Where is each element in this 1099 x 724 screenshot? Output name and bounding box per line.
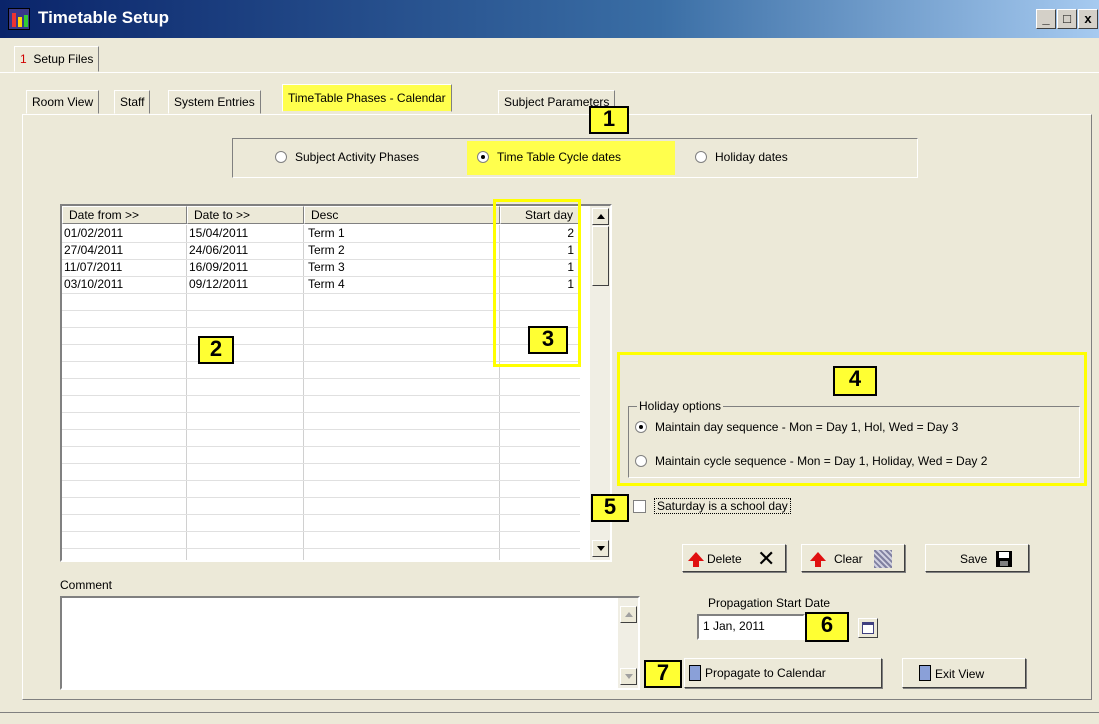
comment-scroll-up-button[interactable]: [620, 606, 637, 623]
callout-4: 4: [833, 366, 877, 396]
comment-label: Comment: [60, 578, 113, 592]
red-up-arrow-icon: [688, 552, 704, 568]
title-bar[interactable]: Timetable Setup _ □ x: [0, 0, 1099, 38]
row-line: [62, 531, 580, 532]
row-line: [62, 446, 580, 447]
window-title: Timetable Setup: [38, 8, 169, 27]
row-line: [62, 395, 580, 396]
setup-files-number: 1: [20, 52, 27, 66]
clear-button[interactable]: Clear: [801, 544, 905, 572]
cell-date-to: 09/12/2011: [189, 277, 249, 291]
radio-maintain-cycle-sequence[interactable]: [635, 455, 647, 467]
radio-maintain-day-sequence-label: Maintain day sequence - Mon = Day 1, Hol…: [655, 420, 959, 434]
setup-files-label: Setup Files: [33, 52, 94, 66]
radio-holiday-dates-label: Holiday dates: [715, 150, 788, 164]
row-line: [62, 412, 580, 413]
cell-date-from: 11/07/2011: [64, 260, 123, 274]
propagation-start-date-label: Propagation Start Date: [708, 596, 831, 610]
delete-button[interactable]: Delete ✕: [682, 544, 786, 572]
callout-2: 2: [198, 336, 234, 364]
col-header-date-from[interactable]: Date from >>: [62, 206, 187, 224]
cell-desc: Term 4: [308, 277, 345, 291]
arrow-down-icon: [625, 674, 633, 679]
cell-desc: Term 3: [308, 260, 345, 274]
radio-time-table-cycle-dates-label: Time Table Cycle dates: [497, 150, 622, 164]
red-up-arrow-icon: [810, 552, 826, 568]
tab-setup-files[interactable]: 1 Setup Files: [14, 46, 100, 72]
radio-subject-activity-phases[interactable]: [275, 151, 287, 163]
delete-label: Delete: [707, 552, 742, 566]
callout-1: 1: [589, 106, 629, 134]
outer-tab-divider: [0, 72, 1099, 73]
scroll-down-button[interactable]: [592, 540, 609, 557]
col-header-desc[interactable]: Desc: [304, 206, 500, 224]
cell-desc: Term 1: [308, 226, 345, 240]
row-line: [62, 497, 580, 498]
cell-date-from: 01/02/2011: [64, 226, 124, 240]
status-bar: [0, 712, 1099, 724]
row-line: [62, 463, 580, 464]
cell-date-from: 03/10/2011: [64, 277, 124, 291]
cell-date-to: 15/04/2011: [189, 226, 249, 240]
radio-holiday-dates[interactable]: [695, 151, 707, 163]
exit-view-label: Exit View: [935, 667, 985, 681]
radio-time-table-cycle-dates[interactable]: [477, 151, 489, 163]
callout-3: 3: [528, 326, 568, 354]
callout-7: 7: [644, 660, 682, 688]
timetable-setup-window: Timetable Setup _ □ x 1 Setup Files Room…: [0, 0, 1099, 724]
row-line: [62, 514, 580, 515]
app-icon: [8, 8, 30, 30]
tab-staff[interactable]: Staff: [114, 90, 151, 114]
eraser-icon: [874, 550, 892, 568]
radio-maintain-day-sequence[interactable]: [635, 421, 647, 433]
scroll-up-button[interactable]: [592, 208, 609, 225]
phase-type-radio-group: Subject Activity Phases Time Table Cycle…: [232, 138, 918, 178]
row-line: [62, 429, 580, 430]
close-button[interactable]: x: [1078, 9, 1098, 29]
scroll-thumb[interactable]: [592, 226, 609, 286]
exit-view-button[interactable]: Exit View: [902, 658, 1026, 688]
arrow-down-icon: [597, 546, 605, 551]
row-line: [62, 548, 580, 549]
radio-subject-activity-phases-label: Subject Activity Phases: [295, 150, 420, 164]
minimize-button[interactable]: _: [1036, 9, 1056, 29]
maximize-button[interactable]: □: [1057, 9, 1077, 29]
radio-maintain-cycle-sequence-label: Maintain cycle sequence - Mon = Day 1, H…: [655, 454, 988, 468]
propagate-to-calendar-button[interactable]: Propagate to Calendar: [684, 658, 882, 688]
comment-scrollbar[interactable]: [618, 598, 638, 688]
door-exit-icon: [689, 665, 701, 681]
cell-desc: Term 2: [308, 243, 345, 257]
calendar-icon: [862, 622, 874, 634]
saturday-school-day-label: Saturday is a school day: [654, 498, 791, 514]
tab-room-view[interactable]: Room View: [26, 90, 100, 114]
tab-timetable-phases-calendar[interactable]: TimeTable Phases - Calendar: [282, 84, 452, 112]
arrow-up-icon: [597, 214, 605, 219]
holiday-options-group: Holiday options Maintain day sequence - …: [628, 399, 1080, 478]
cell-date-to: 24/06/2011: [189, 243, 249, 257]
arrow-up-icon: [625, 612, 633, 617]
propagate-label: Propagate to Calendar: [705, 666, 826, 680]
row-line: [62, 480, 580, 481]
comment-textarea[interactable]: [60, 596, 640, 690]
x-icon: ✕: [757, 546, 776, 571]
holiday-options-label: Holiday options: [637, 399, 724, 413]
cell-date-from: 27/04/2011: [64, 243, 124, 257]
comment-scroll-down-button[interactable]: [620, 668, 637, 685]
save-button[interactable]: Save: [925, 544, 1029, 572]
propagation-start-date-input[interactable]: 1 Jan, 2011: [697, 614, 805, 640]
save-label: Save: [960, 552, 988, 566]
clear-label: Clear: [834, 552, 863, 566]
cell-date-to: 16/09/2011: [189, 260, 249, 274]
col-header-date-to[interactable]: Date to >>: [187, 206, 304, 224]
callout-5: 5: [591, 494, 629, 522]
door-exit-icon: [919, 665, 931, 681]
tab-system-entries[interactable]: System Entries: [168, 90, 261, 114]
outer-tab-strip: 1 Setup Files: [0, 38, 1099, 72]
callout-6: 6: [805, 612, 849, 642]
saturday-school-day-checkbox[interactable]: [633, 500, 646, 513]
floppy-disk-icon: [996, 551, 1012, 567]
calendar-picker-button[interactable]: [858, 618, 878, 638]
row-line: [62, 378, 580, 379]
